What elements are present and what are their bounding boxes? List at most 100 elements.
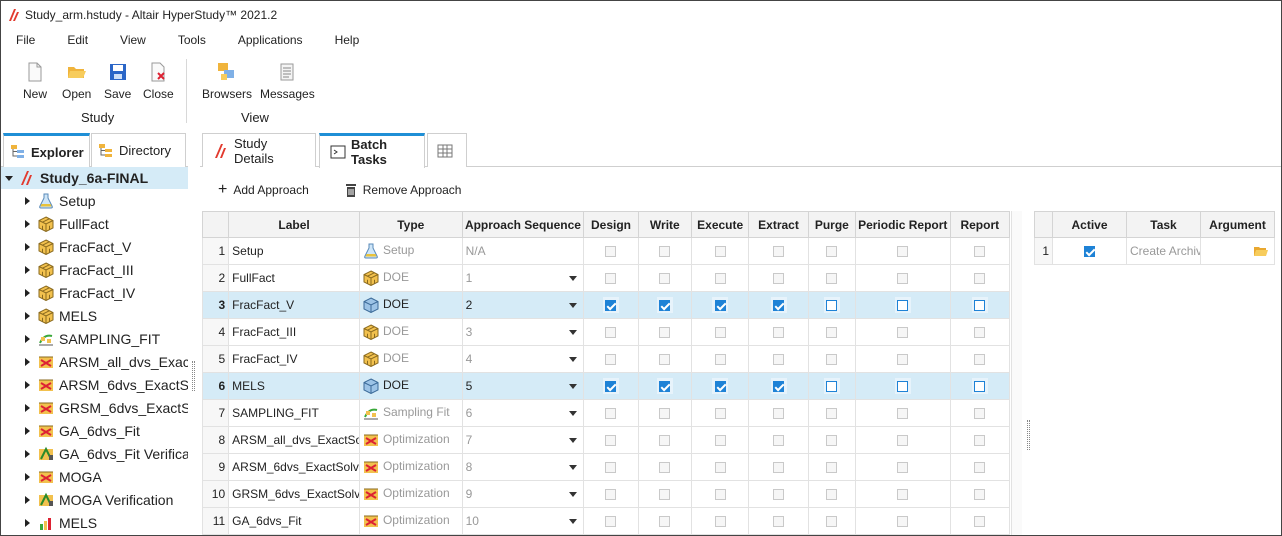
write-cell[interactable] [637, 264, 692, 292]
purge-checkbox[interactable] [826, 380, 838, 392]
menu-file[interactable]: File [1, 33, 51, 47]
design-cell[interactable] [583, 426, 639, 454]
report-cell[interactable] [949, 291, 1011, 319]
panel-splitter-handle[interactable] [192, 361, 195, 391]
purge-checkbox[interactable] [826, 461, 838, 473]
report-cell[interactable] [949, 237, 1011, 265]
extract-checkbox[interactable] [773, 434, 784, 446]
design-checkbox[interactable] [605, 272, 617, 284]
report-checkbox[interactable] [974, 488, 986, 500]
purge-checkbox[interactable] [826, 434, 838, 446]
menu-tools[interactable]: Tools [162, 33, 222, 47]
periodic-report-cell[interactable] [854, 453, 951, 481]
label-cell[interactable]: MELS [228, 372, 360, 400]
execute-checkbox[interactable] [714, 272, 726, 284]
report-cell[interactable] [949, 345, 1011, 373]
expand-icon[interactable] [25, 403, 30, 412]
header-approach-sequence[interactable]: Approach Sequence [461, 211, 585, 238]
header-purge[interactable]: Purge [807, 211, 856, 238]
purge-cell[interactable] [807, 291, 856, 319]
sequence-dropdown[interactable]: 10 [461, 507, 585, 535]
task-argument-cell[interactable] [1200, 237, 1275, 265]
extract-checkbox[interactable] [773, 515, 784, 527]
tab-study-details[interactable]: Study Details [202, 133, 316, 167]
tree-item[interactable]: Setup [1, 189, 188, 212]
sequence-dropdown[interactable]: 7 [461, 426, 585, 454]
label-cell[interactable]: FullFact [228, 264, 360, 292]
task-header-task[interactable]: Task [1126, 211, 1201, 238]
report-checkbox[interactable] [974, 407, 986, 419]
tree-item[interactable]: MOGA Verification [1, 488, 188, 511]
sequence-dropdown[interactable]: 4 [461, 345, 585, 373]
chevron-down-icon[interactable] [569, 437, 578, 443]
design-cell[interactable] [583, 372, 639, 400]
periodic-report-checkbox[interactable] [897, 353, 909, 365]
execute-checkbox[interactable] [714, 515, 726, 527]
periodic-report-checkbox[interactable] [897, 245, 909, 257]
sequence-dropdown[interactable]: 1 [461, 264, 585, 292]
execute-cell[interactable] [690, 507, 750, 535]
purge-cell[interactable] [807, 453, 856, 481]
chevron-down-icon[interactable] [569, 275, 578, 281]
write-cell[interactable] [637, 237, 692, 265]
periodic-report-cell[interactable] [854, 237, 951, 265]
report-checkbox[interactable] [974, 461, 986, 473]
purge-cell[interactable] [807, 318, 856, 346]
purge-cell[interactable] [807, 399, 856, 427]
report-checkbox[interactable] [974, 272, 986, 284]
execute-checkbox[interactable] [714, 461, 726, 473]
write-cell[interactable] [637, 480, 692, 508]
write-checkbox[interactable] [659, 299, 671, 311]
extract-checkbox[interactable] [773, 245, 784, 257]
tree-root[interactable]: Study_6a-FINAL [1, 167, 188, 189]
execute-checkbox[interactable] [714, 353, 726, 365]
sequence-dropdown[interactable]: 6 [461, 399, 585, 427]
task-row[interactable]: 1 Create Archive [1034, 237, 1275, 265]
design-cell[interactable] [583, 237, 639, 265]
chevron-down-icon[interactable] [569, 518, 578, 524]
extract-cell[interactable] [748, 237, 809, 265]
periodic-report-checkbox[interactable] [897, 380, 909, 392]
execute-checkbox[interactable] [714, 326, 726, 338]
expand-icon[interactable] [25, 380, 30, 389]
purge-cell[interactable] [807, 507, 856, 535]
write-cell[interactable] [637, 507, 692, 535]
periodic-report-cell[interactable] [854, 291, 951, 319]
chevron-down-icon[interactable] [569, 302, 578, 308]
periodic-report-checkbox[interactable] [897, 326, 909, 338]
table-scroll-column[interactable] [1011, 211, 1022, 535]
purge-checkbox[interactable] [826, 515, 838, 527]
tab-batch-tasks[interactable]: Batch Tasks [319, 133, 425, 168]
write-checkbox[interactable] [659, 272, 671, 284]
execute-checkbox[interactable] [714, 434, 726, 446]
execute-cell[interactable] [690, 453, 750, 481]
tree-item[interactable]: FracFact_IV [1, 281, 188, 304]
expand-icon[interactable] [25, 472, 30, 481]
label-cell[interactable]: FracFact_V [228, 291, 360, 319]
table-row[interactable]: 9 ARSM_6dvs_ExactSolver Optimization 8 [201, 453, 1011, 481]
periodic-report-checkbox[interactable] [897, 461, 909, 473]
write-cell[interactable] [637, 399, 692, 427]
chevron-down-icon[interactable] [569, 491, 578, 497]
tree-item[interactable]: GA_6dvs_Fit [1, 419, 188, 442]
extract-cell[interactable] [748, 345, 809, 373]
extract-checkbox[interactable] [773, 461, 784, 473]
tree-item[interactable]: GRSM_6dvs_ExactSo [1, 396, 188, 419]
purge-cell[interactable] [807, 372, 856, 400]
header-type[interactable]: Type [358, 211, 463, 238]
save-button[interactable]: Save [104, 61, 131, 101]
report-cell[interactable] [949, 507, 1011, 535]
purge-cell[interactable] [807, 237, 856, 265]
periodic-report-checkbox[interactable] [897, 272, 909, 284]
execute-cell[interactable] [690, 345, 750, 373]
report-checkbox[interactable] [974, 353, 986, 365]
menu-applications[interactable]: Applications [222, 33, 319, 47]
write-checkbox[interactable] [659, 515, 671, 527]
periodic-report-checkbox[interactable] [897, 488, 909, 500]
write-cell[interactable] [637, 345, 692, 373]
design-cell[interactable] [583, 318, 639, 346]
expand-icon[interactable] [25, 265, 30, 274]
report-checkbox[interactable] [974, 434, 986, 446]
design-cell[interactable] [583, 399, 639, 427]
extract-cell[interactable] [748, 399, 809, 427]
